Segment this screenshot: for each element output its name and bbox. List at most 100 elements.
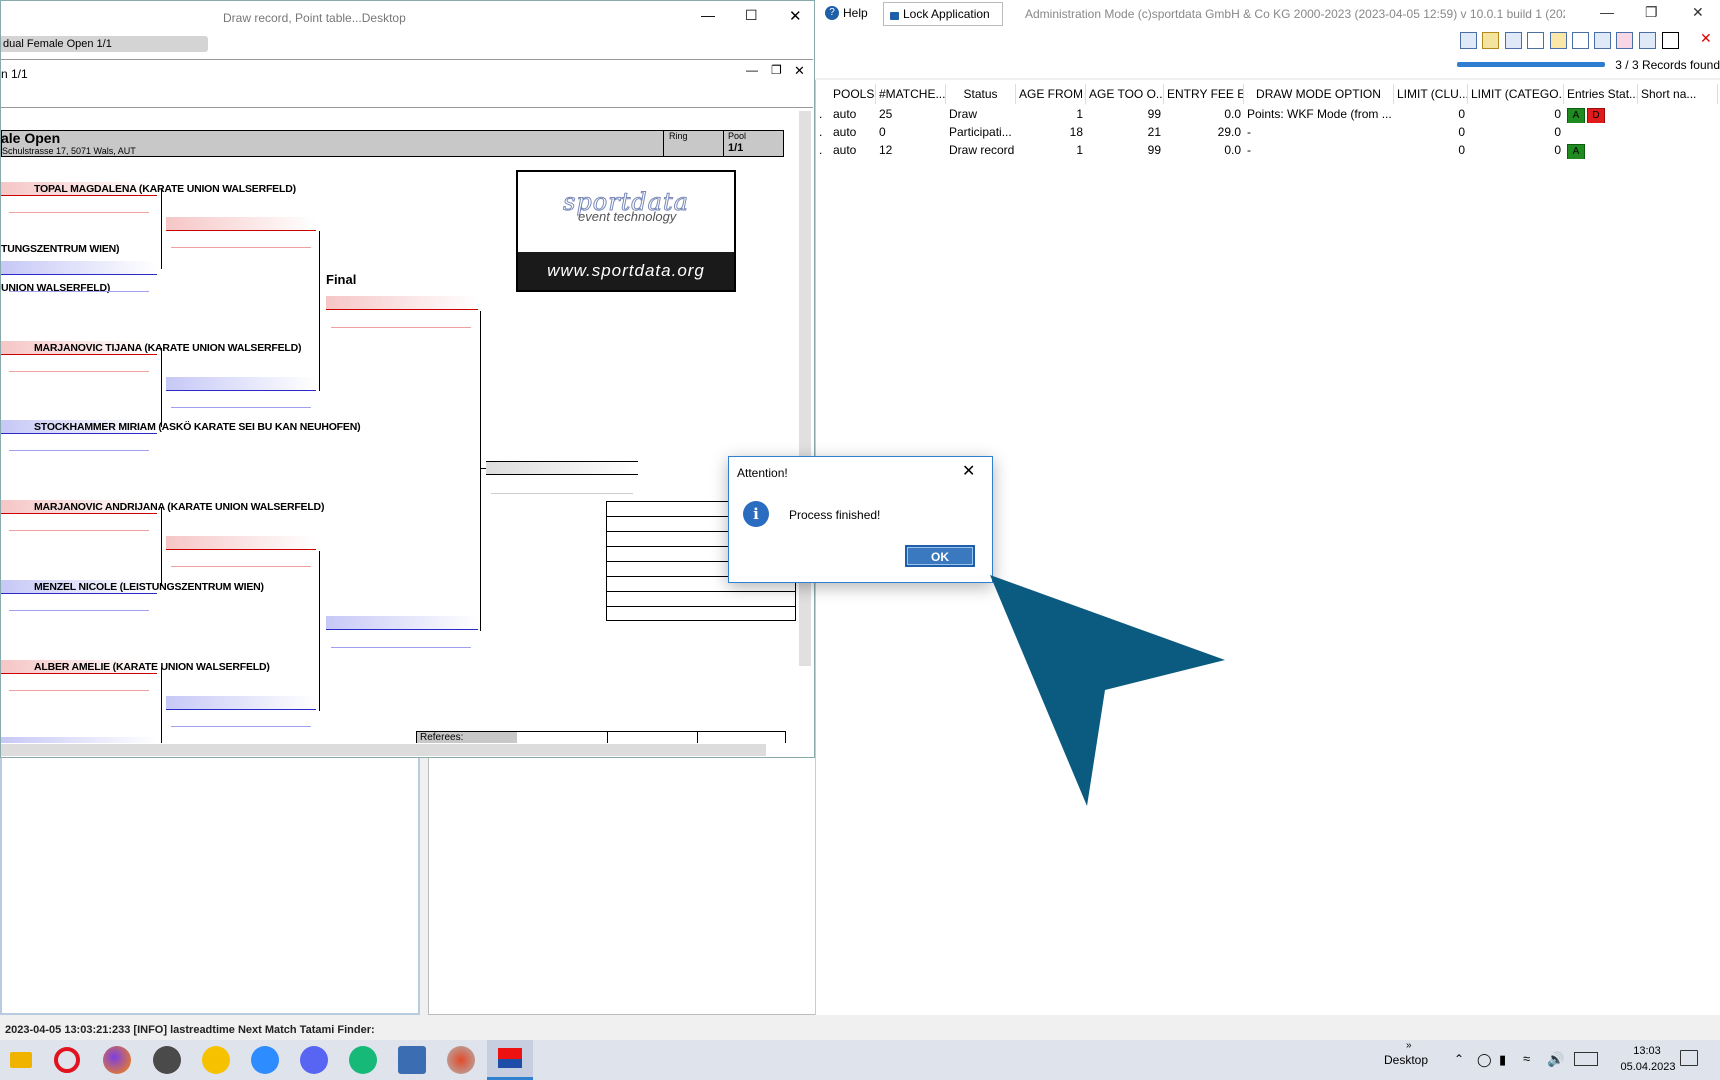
bracket-line <box>161 667 162 743</box>
draw-window-titlebar: Draw record, Point table...Desktop — ☐ ✕ <box>1 1 814 34</box>
competitor-slot[interactable] <box>1 261 157 275</box>
final-label: Final <box>326 272 357 287</box>
chevron-right-icon[interactable]: » <box>1406 1040 1412 1051</box>
draw-record-window: Draw record, Point table...Desktop — ☐ ✕… <box>0 0 815 758</box>
referees-label: Referees: <box>417 732 517 743</box>
discord-icon[interactable] <box>300 1046 328 1074</box>
match-slot[interactable] <box>166 536 316 550</box>
edit-icon[interactable] <box>1550 32 1567 49</box>
grid-icon[interactable] <box>1639 32 1656 49</box>
report-icon[interactable] <box>1572 32 1589 49</box>
status-badge: A <box>1567 108 1585 123</box>
column-header-age-from[interactable]: AGE FROM <box>1016 84 1086 104</box>
volume-icon[interactable]: 🔊 <box>1547 1051 1564 1068</box>
line <box>171 247 311 248</box>
line <box>9 690 149 691</box>
column-header-short-name[interactable]: Short na... <box>1638 84 1718 104</box>
ok-button[interactable]: OK <box>905 545 975 567</box>
winner-slot[interactable] <box>486 461 638 475</box>
inner-close-icon[interactable]: ✕ <box>794 63 805 79</box>
sync-app-icon[interactable] <box>349 1046 377 1074</box>
column-header-pools[interactable]: POOLS <box>830 84 876 104</box>
competitor-name: ALBER AMELIE (KARATE UNION WALSERFELD) <box>34 661 270 673</box>
clock-time[interactable]: 13:03 <box>1622 1045 1672 1057</box>
cell-entry-fee: 0.0 <box>1224 107 1241 121</box>
people-icon[interactable]: ◯ <box>1477 1052 1492 1068</box>
notification-icon[interactable] <box>1680 1050 1698 1066</box>
maximize-icon[interactable]: ☐ <box>745 7 758 24</box>
clock-date[interactable]: 05.04.2023 <box>1608 1061 1688 1073</box>
info-icon: i <box>743 501 769 527</box>
github-icon[interactable] <box>153 1046 181 1074</box>
inner-minimize-icon[interactable]: — <box>746 63 758 77</box>
zoom-icon[interactable] <box>251 1046 279 1074</box>
paint-app-icon[interactable] <box>447 1046 475 1074</box>
stack-app-icon[interactable] <box>398 1046 426 1074</box>
cell-age-from: 18 <box>1069 125 1083 139</box>
opera-icon[interactable] <box>54 1047 80 1073</box>
minimize-icon[interactable]: — <box>701 7 715 23</box>
cell-age-to: 99 <box>1147 143 1161 157</box>
export-icon[interactable] <box>1616 32 1633 49</box>
numbered-list-icon[interactable] <box>1527 32 1544 49</box>
close-tab-icon[interactable]: ✕ <box>1700 30 1712 47</box>
chevron-up-icon[interactable]: ⌃ <box>1454 1052 1464 1066</box>
draw-window-title: Draw record, Point table...Desktop <box>223 11 406 25</box>
match-slot[interactable] <box>326 296 478 310</box>
battery-icon[interactable]: ▮ <box>1499 1052 1506 1068</box>
desktop-toolbar-label[interactable]: Desktop <box>1384 1053 1428 1067</box>
competitor-name: STOCKHAMMER MIRIAM (ASKÖ KARATE SEI BU K… <box>34 421 361 433</box>
match-slot[interactable] <box>166 696 316 710</box>
match-slot[interactable] <box>166 377 316 391</box>
firefox-icon[interactable] <box>103 1046 131 1074</box>
column-header-entry-fee[interactable]: ENTRY FEE E... <box>1164 84 1244 104</box>
bracket-line <box>319 231 320 391</box>
match-slot[interactable] <box>166 217 316 231</box>
lock-application-button[interactable]: Lock Application <box>883 2 1003 26</box>
column-header-age-to[interactable]: AGE TOO O... <box>1086 84 1164 104</box>
column-header-entries-status[interactable]: Entries Stat... <box>1564 84 1638 104</box>
close-icon[interactable]: ✕ <box>789 7 802 25</box>
column-header-matches[interactable]: #MATCHE... <box>876 84 946 104</box>
cell-pools: auto <box>833 107 857 121</box>
inner-restore-icon[interactable]: ❐ <box>771 63 782 77</box>
pool-value: 1/1 <box>728 142 744 154</box>
column-header-limit-club[interactable]: LIMIT (CLU... <box>1394 84 1468 104</box>
cell-draw-mode: Points: WKF Mode (from ... <box>1247 107 1392 121</box>
close-icon[interactable]: ✕ <box>962 461 975 481</box>
sportdata-taskbar-button[interactable] <box>487 1040 533 1080</box>
wifi-icon[interactable]: ≈ <box>1523 1051 1530 1066</box>
competitor-name: TUNGSZENTRUM WIEN) <box>1 243 120 255</box>
cell-entries-status: AD <box>1564 106 1638 123</box>
close-icon[interactable]: ✕ <box>1692 4 1704 21</box>
tab-female-open[interactable]: dual Female Open 1/1 <box>1 36 208 52</box>
list-icon[interactable] <box>1505 32 1522 49</box>
column-header-status[interactable]: Status <box>946 84 1016 104</box>
left-list-panel[interactable] <box>0 755 420 1015</box>
detail-panel[interactable] <box>428 755 815 1015</box>
file-explorer-icon[interactable] <box>10 1052 32 1068</box>
cyberghost-icon[interactable] <box>202 1046 230 1074</box>
restore-icon[interactable]: ❐ <box>1645 4 1658 21</box>
horizontal-scrollbar[interactable] <box>1 744 766 756</box>
keyboard-icon[interactable] <box>1574 1052 1598 1066</box>
competitor-slot[interactable] <box>1 737 157 743</box>
column-header-draw-mode[interactable]: DRAW MODE OPTION <box>1244 84 1394 104</box>
match-slot[interactable] <box>326 616 478 630</box>
windows-taskbar: » Desktop ⌃ ◯ ▮ ≈ 🔊 13:03 05.04.2023 <box>0 1040 1720 1080</box>
divider <box>723 130 724 157</box>
cell-limit-category: 0 <box>1554 125 1561 139</box>
cell-limit-club: 0 <box>1458 107 1465 121</box>
cell-limit-category: 0 <box>1554 143 1561 157</box>
competitor-name: TOPAL MAGDALENA (KARATE UNION WALSERFELD… <box>34 183 296 195</box>
column-header-limit-category[interactable]: LIMIT (CATEGO... <box>1468 84 1564 104</box>
print-icon[interactable] <box>1594 32 1611 49</box>
app-title: Administration Mode (c)sportdata GmbH & … <box>1025 7 1565 21</box>
folder-icon[interactable] <box>1460 32 1477 49</box>
bracket-line <box>161 507 162 586</box>
paste-icon[interactable] <box>1482 32 1499 49</box>
bracket-line <box>480 311 481 631</box>
minimize-icon[interactable]: — <box>1600 4 1614 20</box>
help-button[interactable]: ? Help <box>825 2 868 24</box>
window-icon[interactable] <box>1662 32 1679 49</box>
